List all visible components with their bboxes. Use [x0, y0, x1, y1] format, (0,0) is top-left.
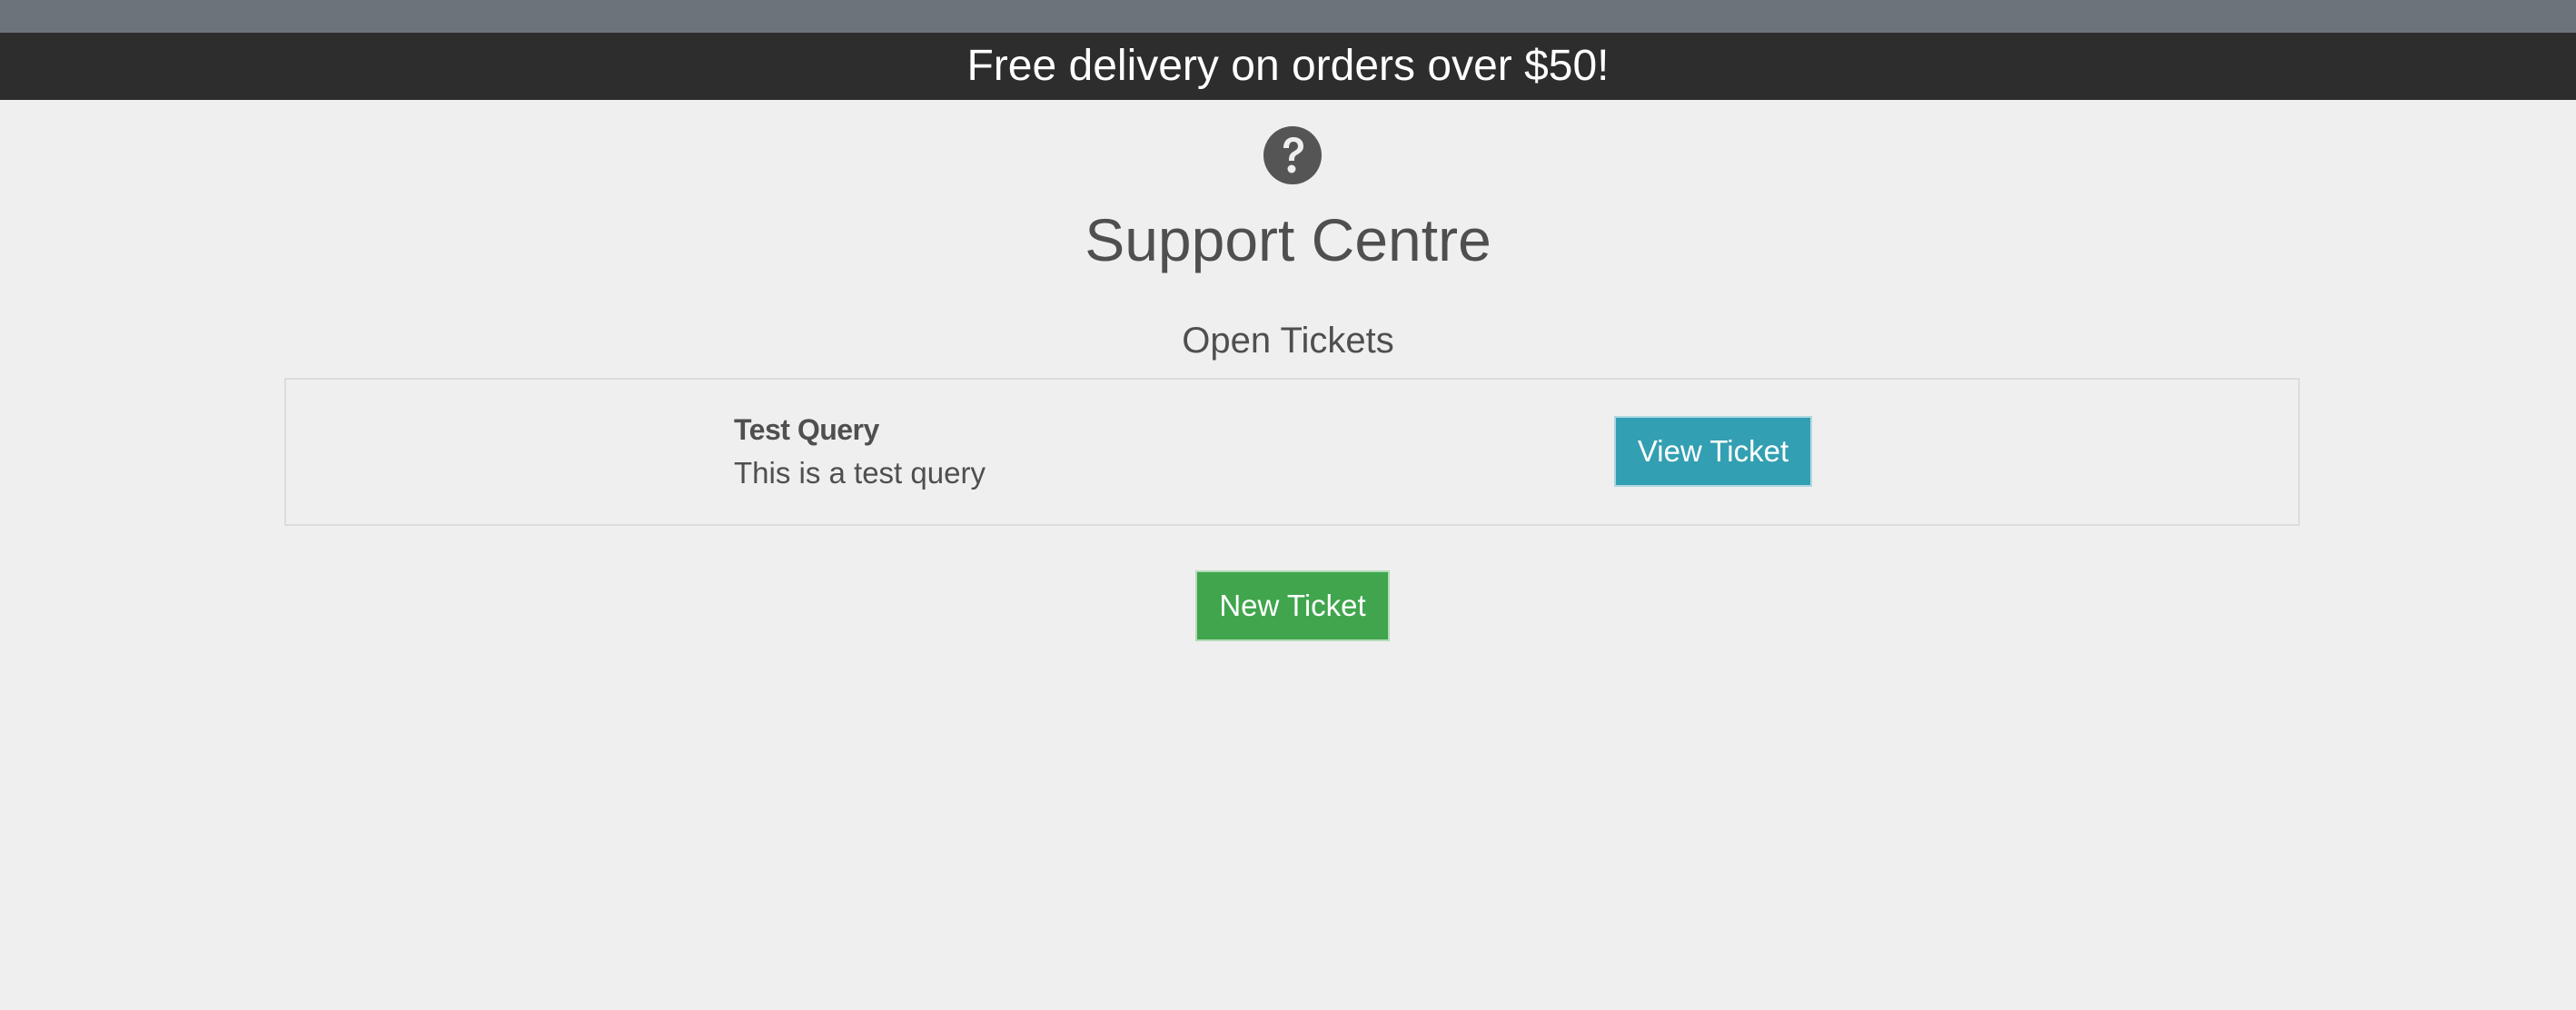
page-title: Support Centre [1085, 206, 1491, 273]
ticket-description: This is a test query [734, 456, 986, 490]
top-bar [0, 0, 2576, 33]
view-ticket-button[interactable]: View Ticket [1614, 416, 1812, 487]
promo-banner: Free delivery on orders over $50! [0, 33, 2576, 100]
ticket-list-item: Test Query This is a test query View Tic… [284, 378, 2300, 526]
ticket-subject: Test Query [734, 413, 879, 446]
open-tickets-heading: Open Tickets [1182, 321, 1394, 361]
question-circle-icon [1263, 126, 1322, 184]
new-ticket-button[interactable]: New Ticket [1195, 570, 1390, 641]
